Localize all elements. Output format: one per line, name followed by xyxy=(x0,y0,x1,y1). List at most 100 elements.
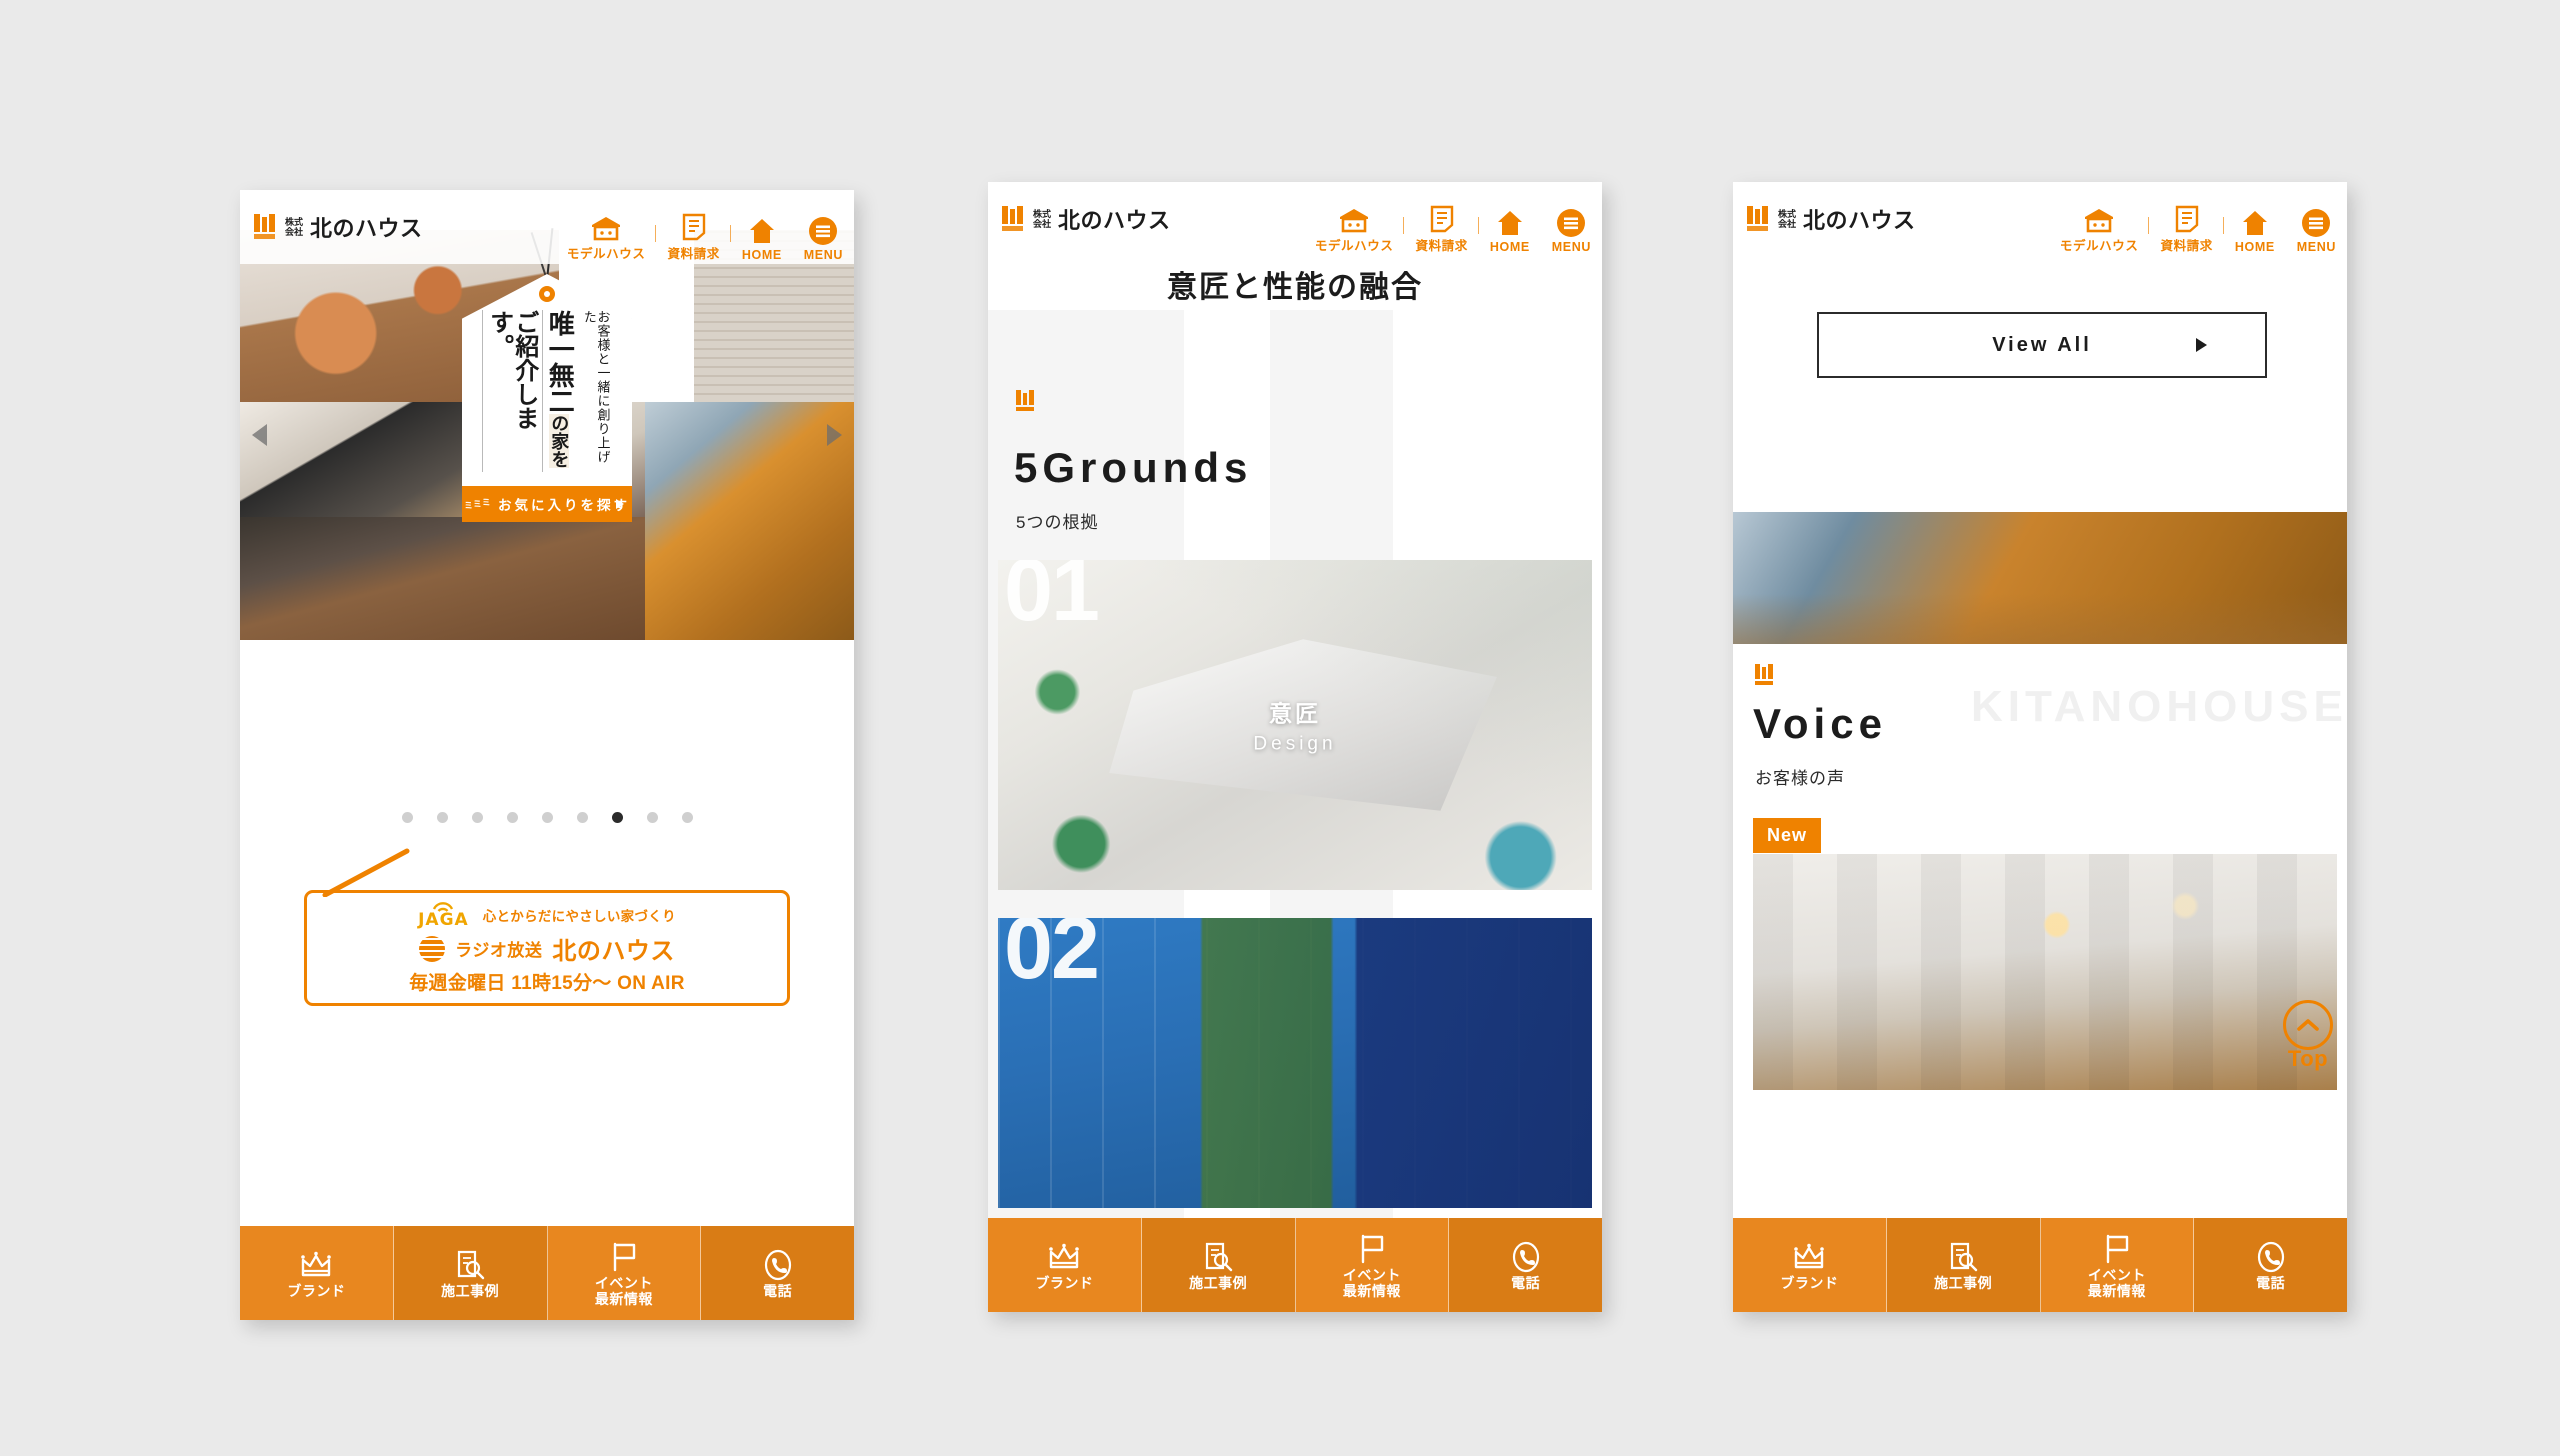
nav-item-home[interactable]: HOME xyxy=(731,216,793,262)
carousel-next-arrow[interactable] xyxy=(827,424,842,446)
bottom-nav-phone[interactable]: 電話 xyxy=(701,1226,854,1320)
nav-item-document-request[interactable]: 資料請求 xyxy=(1404,203,1480,254)
bottom-nav-event[interactable]: イベント 最新情報 xyxy=(547,1226,702,1320)
flag-icon xyxy=(609,1238,639,1276)
carousel-dot-9[interactable] xyxy=(681,812,693,823)
voice-watermark: KITANOHOUSE xyxy=(1971,682,2347,731)
nav-label-menu: MENU xyxy=(803,248,843,262)
document-icon xyxy=(2175,203,2199,233)
carousel-dot-4[interactable] xyxy=(506,812,518,823)
bottom-nav-label-works: 施工事例 xyxy=(441,1283,500,1300)
tag-eyelet-icon xyxy=(539,286,555,302)
carousel-dot-6[interactable] xyxy=(576,812,588,823)
nav-item-menu[interactable]: MENU xyxy=(793,216,854,262)
nav-item-menu[interactable]: MENU xyxy=(1541,208,1602,254)
carousel-dots[interactable] xyxy=(240,812,854,823)
bottom-nav-bar-1: ブランド 施工事例 イベント 最新情報 電話 xyxy=(240,1226,854,1320)
nav-item-home[interactable]: HOME xyxy=(1479,208,1541,254)
ground-card-02[interactable]: 02 xyxy=(998,918,1592,1208)
bottom-nav-label-phone: 電話 xyxy=(1511,1275,1541,1292)
hero-photo-family-sofa xyxy=(645,402,854,640)
bottom-nav-label-brand: ブランド xyxy=(287,1283,346,1300)
chevron-up-circle-icon xyxy=(2283,1000,2333,1050)
find-favorite-label: お気に入りを探す xyxy=(498,498,630,513)
bottom-nav-brand[interactable]: ブランド xyxy=(1733,1218,1887,1312)
view-all-button[interactable]: View All xyxy=(1817,312,2267,378)
nav-item-document-request[interactable]: 資料請求 xyxy=(656,211,732,262)
scroll-to-top-button[interactable]: Top xyxy=(2283,1000,2333,1072)
nav-label-menu: MENU xyxy=(1551,240,1591,254)
document-search-icon xyxy=(1202,1238,1234,1276)
logo-mark-icon xyxy=(1747,206,1771,232)
carousel-dot-3[interactable] xyxy=(471,812,483,823)
nav-item-menu[interactable]: MENU xyxy=(2286,208,2347,254)
nav-label-home: HOME xyxy=(1489,240,1530,254)
button-wave-mark: ミミミ xyxy=(463,496,492,511)
logo-2[interactable]: 株式 会社 北のハウス xyxy=(1002,203,1171,235)
find-favorite-button[interactable]: ミミミ お気に入りを探す xyxy=(462,486,632,522)
crown-icon xyxy=(299,1246,333,1284)
card-02-number: 02 xyxy=(1004,918,1100,997)
logo[interactable]: 株式会社株式会社 北のハウス xyxy=(254,211,423,243)
bottom-nav-event[interactable]: イベント 最新情報 xyxy=(1295,1218,1450,1312)
section-title-5grounds-jp: 5つの根拠 xyxy=(1016,513,1099,532)
bottom-nav-works[interactable]: 施工事例 xyxy=(1141,1218,1296,1312)
nav-label-document-request: 資料請求 xyxy=(1415,239,1468,253)
bottom-nav-label-brand: ブランド xyxy=(1035,1275,1094,1292)
bottom-nav-brand[interactable]: ブランド xyxy=(988,1218,1142,1312)
voice-banner-photo xyxy=(1733,512,2347,644)
radio-program-name: 北のハウス xyxy=(552,938,675,965)
voice-title-jp: お客様の声 xyxy=(1755,769,1845,788)
bottom-nav-label-brand: ブランド xyxy=(1780,1275,1839,1292)
nav-label-menu: MENU xyxy=(2296,240,2336,254)
nav-label-model-house: モデルハウス xyxy=(2059,239,2139,253)
bottom-nav-works[interactable]: 施工事例 xyxy=(1886,1218,2041,1312)
radio-tagline: 心とからだにやさしい家づくり xyxy=(482,909,676,924)
carousel-dot-8[interactable] xyxy=(646,812,658,823)
tag-line-small: お客様と一緒に創り上げた xyxy=(581,310,611,464)
carousel-dot-1[interactable] xyxy=(401,812,413,823)
nav-item-model-house[interactable]: モデルハウス xyxy=(1304,203,1405,254)
tag-vertical-text: お客様と一緒に創り上げた 唯一無二の家を ご紹介します。 xyxy=(472,304,622,486)
logo-company-name: 北のハウス xyxy=(310,216,423,241)
hamburger-icon xyxy=(2301,208,2331,238)
nav-item-model-house[interactable]: モデルハウス xyxy=(2049,203,2150,254)
carousel-dot-5[interactable] xyxy=(541,812,553,823)
ground-card-01[interactable]: 01 意匠 Design xyxy=(998,560,1592,890)
logo-mark-icon xyxy=(1002,206,1026,232)
logo-3[interactable]: 株式 会社 北のハウス xyxy=(1747,203,1916,235)
jaga-radio-banner[interactable]: JAGA 心とからだにやさしい家づくり ラジオ放送 北のハウス 毎週金曜日 11… xyxy=(304,848,790,1006)
bottom-nav-event[interactable]: イベント 最新情報 xyxy=(2040,1218,2195,1312)
bottom-nav-bar-2: ブランド 施工事例 イベント 最新情報 電話 xyxy=(988,1218,1602,1312)
nav-label-document-request: 資料請求 xyxy=(667,247,720,261)
bottom-nav-phone[interactable]: 電話 xyxy=(2194,1218,2347,1312)
app-header-2: 株式 会社 北のハウス モデルハウス 資料請求 HOME MENU xyxy=(988,182,1602,256)
logo-company-prefix-3: 株式 会社 xyxy=(1778,209,1797,229)
phone-icon xyxy=(2256,1238,2286,1276)
bottom-nav-label-phone: 電話 xyxy=(2256,1275,2286,1292)
screen-home: お客様と一緒に創り上げた 唯一無二の家を ご紹介します。 ミミミ お気に入りを探… xyxy=(240,190,854,1320)
section-5grounds: 5Grounds 5つの根拠 01 意匠 Design 02 xyxy=(988,310,1602,1312)
hamburger-icon xyxy=(1556,208,1586,238)
voice-article-photo[interactable] xyxy=(1753,854,2337,1090)
nav-item-model-house[interactable]: モデルハウス xyxy=(556,211,657,262)
carousel-dot-7[interactable] xyxy=(611,812,623,823)
carousel-prev-arrow[interactable] xyxy=(252,424,267,446)
nav-label-model-house: モデルハウス xyxy=(1314,239,1394,253)
phone-icon xyxy=(763,1246,793,1284)
phone-mockup-home: お客様と一緒に創り上げた 唯一無二の家を ご紹介します。 ミミミ お気に入りを探… xyxy=(240,190,854,1320)
bottom-nav-phone[interactable]: 電話 xyxy=(1449,1218,1602,1312)
carousel-dot-2[interactable] xyxy=(436,812,448,823)
flag-icon xyxy=(2102,1230,2132,1268)
voice-mini-logo-icon xyxy=(1755,664,1775,686)
nav-item-document-request[interactable]: 資料請求 xyxy=(2149,203,2225,254)
bottom-nav-brand[interactable]: ブランド xyxy=(240,1226,394,1320)
document-icon xyxy=(682,211,706,241)
crown-icon xyxy=(1047,1238,1081,1276)
nav-item-home[interactable]: HOME xyxy=(2224,208,2286,254)
document-search-icon xyxy=(454,1246,486,1284)
tag-line-main-suffix: の家を xyxy=(549,414,570,468)
bottom-nav-works[interactable]: 施工事例 xyxy=(393,1226,548,1320)
tag-line-last: ご紹介します。 xyxy=(481,310,539,472)
header-nav-2: モデルハウス 資料請求 HOME MENU xyxy=(1304,182,1602,258)
